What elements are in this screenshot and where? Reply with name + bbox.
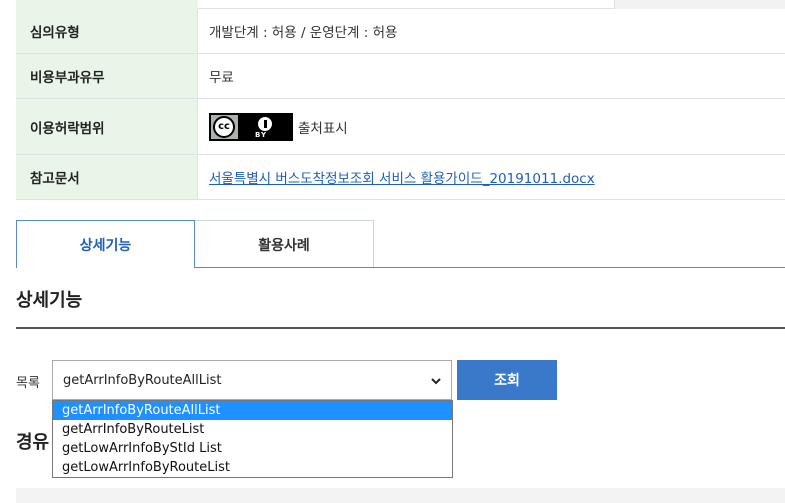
section-divider bbox=[16, 327, 785, 329]
result-panel bbox=[16, 488, 785, 503]
info-row-review-type: 심의유형 개발단계 : 허용 / 운영단계 : 허용 bbox=[16, 9, 785, 54]
dropdown-option[interactable]: getArrInfoByRouteAllList bbox=[53, 401, 452, 420]
attribution-person-icon bbox=[257, 115, 273, 132]
info-label: 심의유형 bbox=[16, 9, 198, 53]
cc-icon: cc bbox=[213, 115, 235, 138]
tab-detail-functions[interactable]: 상세기능 bbox=[16, 220, 195, 268]
cc-by-badge-icon: cc BY bbox=[209, 112, 293, 141]
info-row-fee: 비용부과유무 무료 bbox=[16, 54, 785, 99]
info-value: 무료 bbox=[209, 70, 234, 86]
tab-use-cases[interactable]: 활용사례 bbox=[194, 220, 374, 268]
info-label: 비용부과유무 bbox=[16, 54, 198, 98]
info-value-cell: cc BY 출처표시 bbox=[198, 99, 785, 154]
by-label: BY bbox=[255, 130, 268, 139]
reference-doc-link[interactable]: 서울특별시 버스도착정보조회 서비스 활용가이드_20191011.docx bbox=[209, 167, 595, 187]
info-value: 개발단계 : 허용 / 운영단계 : 허용 bbox=[209, 25, 398, 41]
info-row-reference-doc: 참고문서 서울특별시 버스도착정보조회 서비스 활용가이드_20191011.d… bbox=[16, 155, 785, 200]
operation-select-value: getArrInfoByRouteAllList bbox=[63, 372, 222, 388]
dropdown-option[interactable]: getArrInfoByRouteList bbox=[53, 420, 452, 439]
tab-underline bbox=[195, 267, 785, 268]
operation-select[interactable]: getArrInfoByRouteAllList bbox=[52, 360, 452, 400]
sub-section-title: 경유 bbox=[16, 432, 50, 453]
query-button[interactable]: 조회 bbox=[457, 360, 557, 400]
info-row-license: 이용허락범위 cc BY 출처표시 bbox=[16, 99, 785, 155]
license-text: 출처표시 bbox=[298, 120, 348, 137]
info-value-cell: 서울특별시 버스도착정보조회 서비스 활용가이드_20191011.docx bbox=[198, 155, 785, 199]
list-label: 목록 bbox=[16, 376, 40, 391]
dropdown-option[interactable]: getLowArrInfoByRouteList bbox=[53, 458, 452, 477]
chevron-down-icon bbox=[431, 378, 441, 385]
info-label: 이용허락범위 bbox=[16, 99, 198, 154]
operation-dropdown-list: getArrInfoByRouteAllList getArrInfoByRou… bbox=[52, 400, 453, 478]
dropdown-option[interactable]: getLowArrInfoByStId List bbox=[53, 439, 452, 458]
info-table-top-row bbox=[16, 0, 785, 9]
info-label: 참고문서 bbox=[16, 155, 198, 199]
section-title: 상세기능 bbox=[16, 290, 83, 311]
